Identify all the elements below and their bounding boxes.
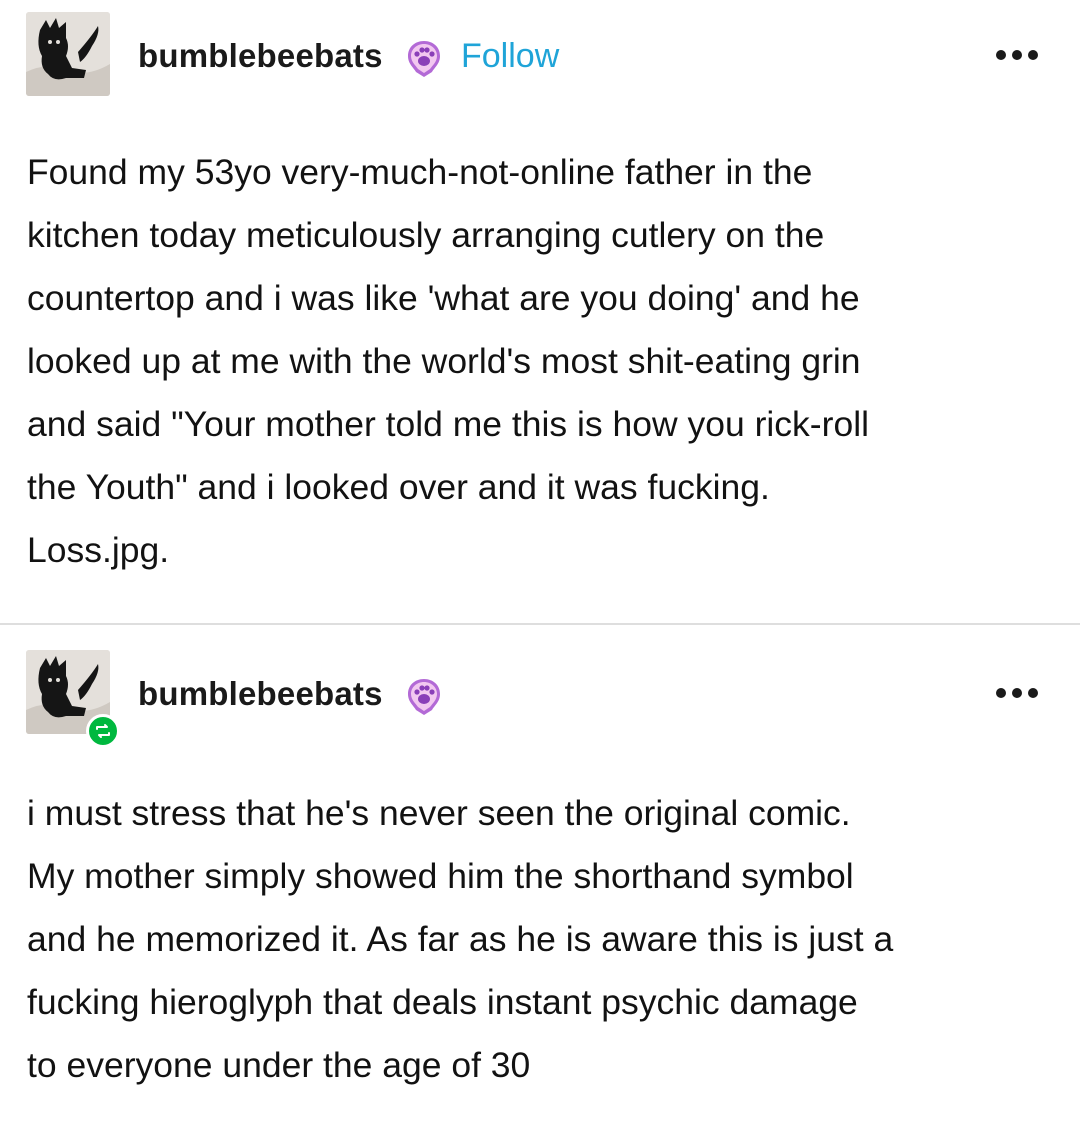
post-body: i must stress that he's never seen the o… bbox=[27, 793, 894, 1085]
username[interactable]: bumblebeebats bbox=[138, 674, 383, 714]
post-header: bumblebeebats Follow bbox=[0, 12, 1080, 102]
more-options-icon[interactable] bbox=[996, 50, 1038, 60]
follow-button[interactable]: Follow bbox=[461, 36, 559, 76]
username[interactable]: bumblebeebats bbox=[138, 36, 383, 76]
reblog-icon bbox=[86, 714, 120, 748]
paw-print-badge-icon[interactable] bbox=[404, 676, 444, 716]
avatar[interactable] bbox=[26, 12, 110, 96]
post: bumblebeebats i must stress that he's ne… bbox=[0, 625, 1080, 1124]
paw-print-badge-icon[interactable] bbox=[404, 38, 444, 78]
more-options-icon[interactable] bbox=[996, 688, 1038, 698]
post: bumblebeebats Follow Found my 53yo very-… bbox=[0, 0, 1080, 624]
post-header: bumblebeebats bbox=[0, 650, 1080, 748]
post-body: Found my 53yo very-much-not-online fathe… bbox=[27, 152, 869, 570]
avatar-cat-image bbox=[26, 12, 110, 96]
